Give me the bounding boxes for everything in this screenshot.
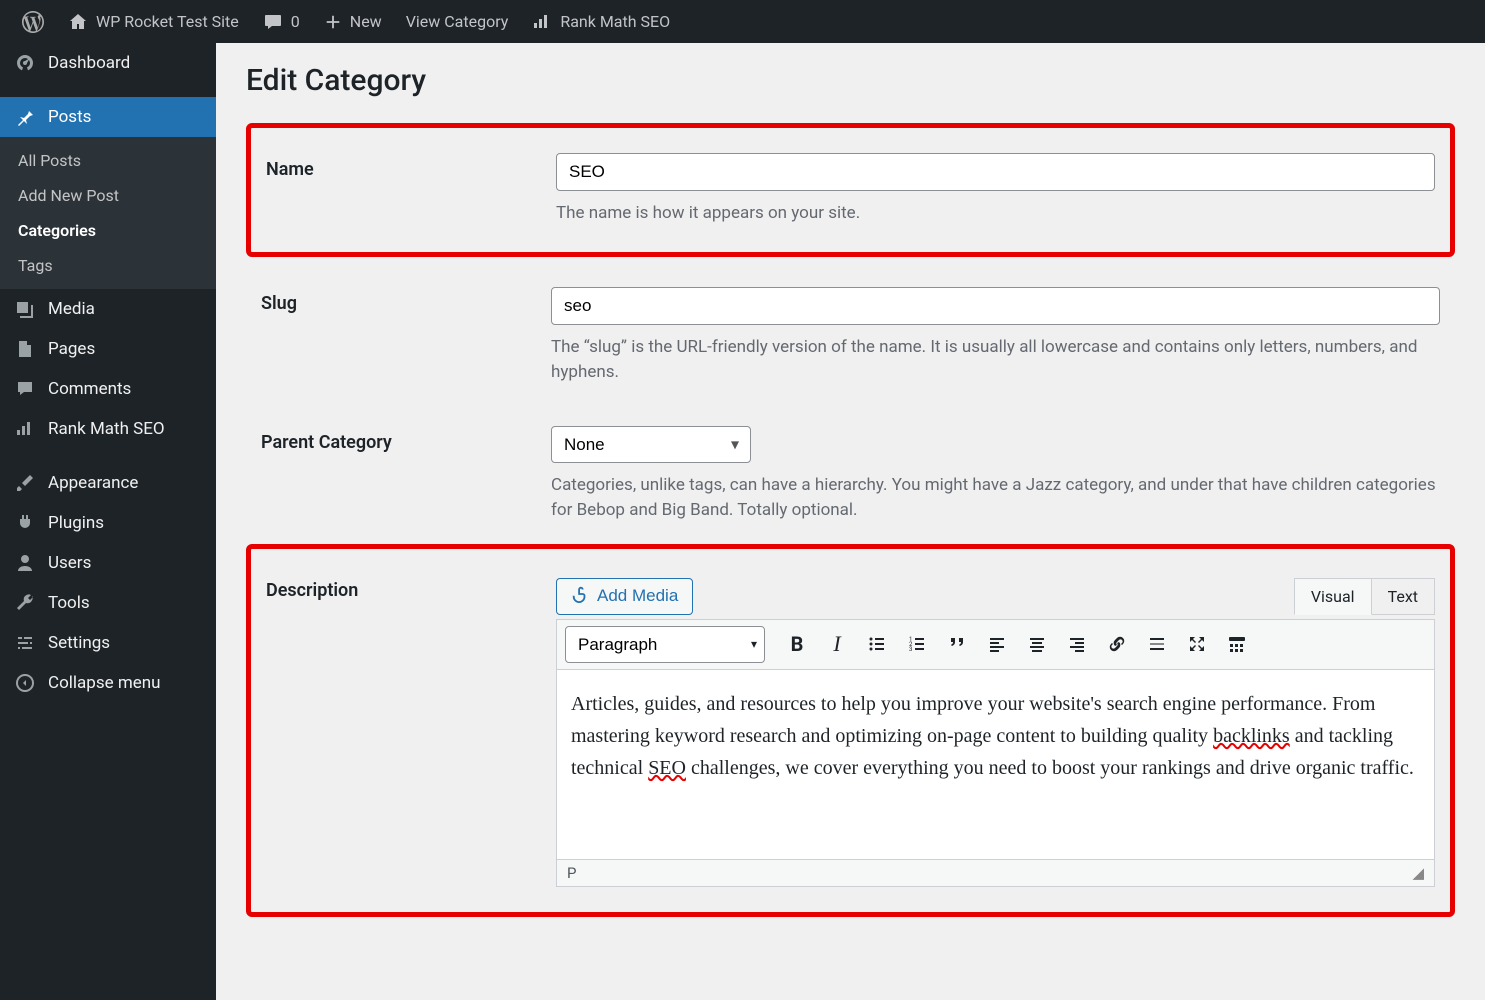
menu-posts[interactable]: Posts xyxy=(0,97,216,137)
new-link[interactable]: New xyxy=(312,0,394,43)
admin-sidebar: Dashboard Posts All Posts Add New Post C… xyxy=(0,43,216,1000)
label-name: Name xyxy=(266,153,526,180)
dashboard-icon xyxy=(14,53,36,73)
admin-bar: WP Rocket Test Site 0 New View Category … xyxy=(0,0,1485,43)
new-label: New xyxy=(350,12,382,31)
svg-text:3: 3 xyxy=(909,646,912,653)
add-media-button[interactable]: Add Media xyxy=(556,578,693,615)
menu-tools[interactable]: Tools xyxy=(0,583,216,623)
comments-count: 0 xyxy=(291,12,300,31)
element-path[interactable]: P xyxy=(567,864,576,882)
link-button[interactable] xyxy=(1101,628,1133,660)
sliders-icon xyxy=(14,633,36,653)
comment-icon xyxy=(14,379,36,399)
slug-input[interactable] xyxy=(551,287,1440,325)
stats-icon xyxy=(532,12,552,32)
plug-icon xyxy=(14,513,36,533)
bold-button[interactable]: B xyxy=(781,628,813,660)
submenu-posts: All Posts Add New Post Categories Tags xyxy=(0,137,216,289)
user-icon xyxy=(14,553,36,573)
menu-dashboard[interactable]: Dashboard xyxy=(0,43,216,83)
numbered-list-button[interactable]: 123 xyxy=(901,628,933,660)
rank-math-link[interactable]: Rank Math SEO xyxy=(520,0,682,43)
collapse-icon xyxy=(14,673,36,693)
row-name: Name The name is how it appears on your … xyxy=(251,133,1450,247)
label-parent: Parent Category xyxy=(261,426,521,453)
align-center-button[interactable] xyxy=(1021,628,1053,660)
wrench-icon xyxy=(14,593,36,613)
menu-comments[interactable]: Comments xyxy=(0,369,216,409)
align-left-button[interactable] xyxy=(981,628,1013,660)
main-content: Edit Category Name The name is how it ap… xyxy=(216,43,1485,947)
label-description: Description xyxy=(266,574,526,601)
format-select[interactable]: Paragraph xyxy=(565,626,765,663)
label-slug: Slug xyxy=(261,287,521,314)
spell-error: SEO xyxy=(648,757,686,779)
highlight-description-row: Description Add Media Visual Text xyxy=(246,544,1455,917)
plus-icon xyxy=(324,13,342,31)
media-icon xyxy=(14,299,36,319)
bullet-list-button[interactable] xyxy=(861,628,893,660)
help-parent: Categories, unlike tags, can have a hier… xyxy=(551,473,1440,524)
sub-tags[interactable]: Tags xyxy=(0,248,216,283)
pushpin-icon xyxy=(14,107,36,127)
comments-link[interactable]: 0 xyxy=(251,0,312,43)
wordpress-icon xyxy=(22,11,44,33)
view-category-link[interactable]: View Category xyxy=(394,0,521,43)
align-right-button[interactable] xyxy=(1061,628,1093,660)
sub-all-posts[interactable]: All Posts xyxy=(0,143,216,178)
italic-button[interactable]: I xyxy=(821,628,853,660)
page-title: Edit Category xyxy=(246,63,1455,98)
comment-icon xyxy=(263,12,283,32)
editor-tabs: Visual Text xyxy=(1294,578,1435,615)
sub-add-new-post[interactable]: Add New Post xyxy=(0,178,216,213)
home-icon xyxy=(68,12,88,32)
brush-icon xyxy=(14,473,36,493)
menu-rank-math[interactable]: Rank Math SEO xyxy=(0,409,216,449)
menu-media[interactable]: Media xyxy=(0,289,216,329)
description-editor[interactable]: Articles, guides, and resources to help … xyxy=(556,670,1435,860)
highlight-name-row: Name The name is how it appears on your … xyxy=(246,123,1455,257)
site-title-link[interactable]: WP Rocket Test Site xyxy=(56,0,251,43)
insert-more-button[interactable] xyxy=(1141,628,1173,660)
menu-users[interactable]: Users xyxy=(0,543,216,583)
spell-error: backlinks xyxy=(1213,725,1290,747)
name-input[interactable] xyxy=(556,153,1435,191)
row-parent: Parent Category None Categories, unlike … xyxy=(246,406,1455,544)
row-description: Description Add Media Visual Text xyxy=(251,554,1450,907)
tab-text[interactable]: Text xyxy=(1372,578,1435,615)
wp-logo[interactable] xyxy=(10,0,56,43)
editor-status-bar: P ◢ xyxy=(556,860,1435,887)
pages-icon xyxy=(14,339,36,359)
menu-collapse[interactable]: Collapse menu xyxy=(0,663,216,703)
toolbar-toggle-button[interactable] xyxy=(1221,628,1253,660)
editor-toolbar: Paragraph B I 123 xyxy=(556,619,1435,670)
fullscreen-button[interactable] xyxy=(1181,628,1213,660)
tab-visual[interactable]: Visual xyxy=(1294,578,1372,615)
site-title: WP Rocket Test Site xyxy=(96,12,239,31)
help-slug: The “slug” is the URL-friendly version o… xyxy=(551,335,1440,386)
menu-pages[interactable]: Pages xyxy=(0,329,216,369)
menu-appearance[interactable]: Appearance xyxy=(0,463,216,503)
help-name: The name is how it appears on your site. xyxy=(556,201,1435,227)
blockquote-button[interactable] xyxy=(941,628,973,660)
sub-categories[interactable]: Categories xyxy=(0,213,216,248)
row-slug: Slug The “slug” is the URL-friendly vers… xyxy=(246,267,1455,406)
parent-select[interactable]: None xyxy=(551,426,751,463)
stats-icon xyxy=(14,419,36,439)
menu-plugins[interactable]: Plugins xyxy=(0,503,216,543)
resize-handle[interactable]: ◢ xyxy=(1412,864,1424,882)
media-icon xyxy=(571,585,589,608)
menu-settings[interactable]: Settings xyxy=(0,623,216,663)
